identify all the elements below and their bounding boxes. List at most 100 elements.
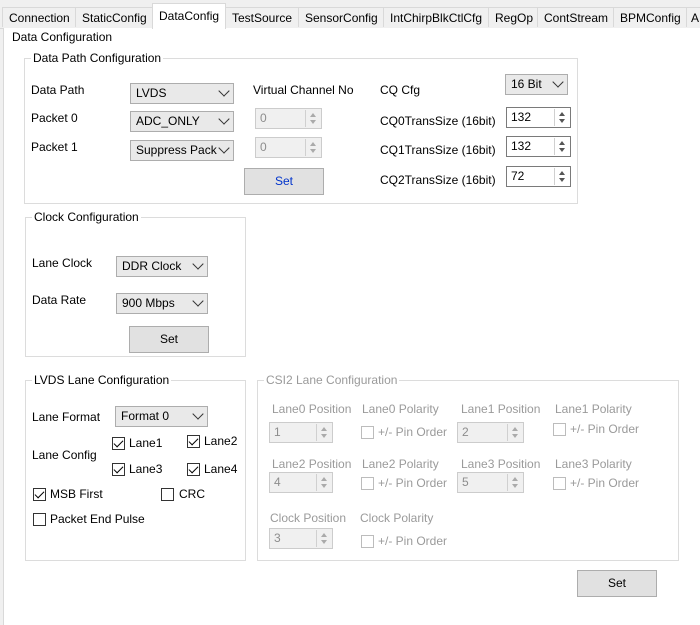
virtual-channel-label: Virtual Channel No [253,83,354,97]
clock-set-button[interactable]: Set [129,326,209,353]
chevron-down-icon [552,76,564,88]
clock-position-label: Clock Position [270,511,347,525]
lane1-pin-order-label: +/- Pin Order [570,422,640,436]
packet0-select[interactable]: ADC_ONLY [130,111,234,132]
tab-cont-stream[interactable]: ContStream [537,7,614,27]
lane2-position-stepper[interactable]: 4 [269,472,333,493]
data-rate-select[interactable]: 900 Mbps [116,293,208,314]
tab-sensor-config[interactable]: SensorConfig [298,7,384,27]
lane3-pin-order-label: +/- Pin Order [570,476,640,490]
msb-first-checkbox[interactable] [33,488,46,501]
packet-end-pulse-label: Packet End Pulse [50,512,145,526]
packet0-label: Packet 0 [31,111,78,125]
cq-cfg-select[interactable]: 16 Bit [505,74,568,95]
lane-format-value: Format 0 [121,409,170,423]
spin-arrows-icon [316,530,331,547]
packet1-label: Packet 1 [31,140,78,154]
clock-pin-order-checkbox[interactable] [361,535,374,548]
cq-cfg-value: 16 Bit [511,77,542,91]
data-path-set-button[interactable]: Set [244,168,324,195]
clock-polarity-label: Clock Polarity [360,511,434,525]
lane2-position-value: 4 [274,475,281,489]
data-rate-label: Data Rate [32,293,87,307]
tab-static-config[interactable]: StaticConfig [75,7,153,27]
lane3-position-stepper[interactable]: 5 [457,472,524,493]
lane0-pin-order-checkbox[interactable] [361,426,374,439]
clock-pin-order-label: +/- Pin Order [378,534,448,548]
cq1-value: 132 [511,139,532,153]
tab-int-chirp-blk-ctl-cfg[interactable]: IntChirpBlkCtlCfg [383,7,489,27]
lane-format-label: Lane Format [32,410,101,424]
lane1-checkbox[interactable] [112,437,125,450]
lane0-pin-order-label: +/- Pin Order [378,425,448,439]
tab-data-config[interactable]: DataConfig [152,3,226,29]
tab-connection[interactable]: Connection [2,7,76,27]
cq1-trans-size-label: CQ1TransSize (16bit) [380,143,496,157]
data-path-value: LVDS [136,86,167,100]
lane-config-label: Lane Config [32,448,97,462]
packet1-select[interactable]: Suppress Pack [130,140,234,161]
crc-label: CRC [179,487,205,501]
clock-position-stepper[interactable]: 3 [269,528,333,549]
cq0-trans-size-label: CQ0TransSize (16bit) [380,114,496,128]
csi2-lane-group-title: CSI2 Lane Configuration [266,373,398,387]
data-config-panel: Data Configuration Data Path Configurati… [3,28,700,625]
lane3-label: Lane3 [129,462,163,476]
lane0-polarity-label: Lane0 Polarity [362,402,439,416]
packet-end-pulse-checkbox[interactable] [33,513,46,526]
lane1-label: Lane1 [129,436,163,450]
lane2-checkbox[interactable] [187,435,200,448]
cq2-trans-size-label: CQ2TransSize (16bit) [380,173,496,187]
packet0-value: ADC_ONLY [136,114,200,128]
lane-config-set-button[interactable]: Set [577,570,657,597]
spin-arrows-icon [507,474,522,491]
tab-reg-op[interactable]: RegOp [488,7,538,27]
chevron-down-icon [192,258,204,270]
lane1-pin-order-checkbox[interactable] [553,423,566,436]
lane1-polarity-label: Lane1 Polarity [555,402,632,416]
lane1-position-stepper[interactable]: 2 [457,422,524,443]
cq2-trans-size-stepper[interactable]: 72 [506,166,571,187]
tab-overflow[interactable]: A [686,7,700,27]
spin-arrows-icon [554,168,569,185]
lane4-label: Lane4 [204,462,238,476]
lane2-position-label: Lane2 Position [272,457,352,471]
crc-checkbox[interactable] [161,488,174,501]
vc0-stepper[interactable]: 0 [255,108,322,129]
lane2-label: Lane2 [204,434,238,448]
spin-arrows-icon [316,424,331,441]
lvds-lane-group-title: LVDS Lane Configuration [34,373,170,387]
cq2-value: 72 [511,169,525,183]
clock-position-value: 3 [274,531,281,545]
chevron-down-icon [192,408,204,420]
vc1-stepper[interactable]: 0 [255,137,322,158]
lane3-pin-order-checkbox[interactable] [553,477,566,490]
lane2-pin-order-checkbox[interactable] [361,477,374,490]
lane-format-select[interactable]: Format 0 [115,406,208,427]
tab-strip: Connection StaticConfig DataConfig TestS… [0,3,700,29]
lane2-pin-order-label: +/- Pin Order [378,476,448,490]
chevron-down-icon [218,113,230,125]
clock-group-title: Clock Configuration [34,210,139,224]
vc1-value: 0 [260,140,267,154]
lane0-position-stepper[interactable]: 1 [269,422,333,443]
lane3-checkbox[interactable] [112,463,125,476]
vc0-value: 0 [260,111,267,125]
data-path-select[interactable]: LVDS [130,83,234,104]
packet1-value: Suppress Pack [136,143,217,157]
cq0-trans-size-stepper[interactable]: 132 [506,107,571,128]
lane-clock-select[interactable]: DDR Clock [116,256,208,277]
spin-arrows-icon [316,474,331,491]
lane-clock-label: Lane Clock [32,256,93,270]
chevron-down-icon [218,85,230,97]
chevron-down-icon [218,142,230,154]
tab-test-source[interactable]: TestSource [225,7,299,27]
lane3-position-label: Lane3 Position [461,457,541,471]
lane4-checkbox[interactable] [187,463,200,476]
tab-bpm-config[interactable]: BPMConfig [613,7,687,27]
lane1-position-label: Lane1 Position [461,402,541,416]
spin-arrows-icon [305,110,320,127]
lane3-polarity-label: Lane3 Polarity [555,457,632,471]
lane3-position-value: 5 [462,475,469,489]
cq1-trans-size-stepper[interactable]: 132 [506,136,571,157]
